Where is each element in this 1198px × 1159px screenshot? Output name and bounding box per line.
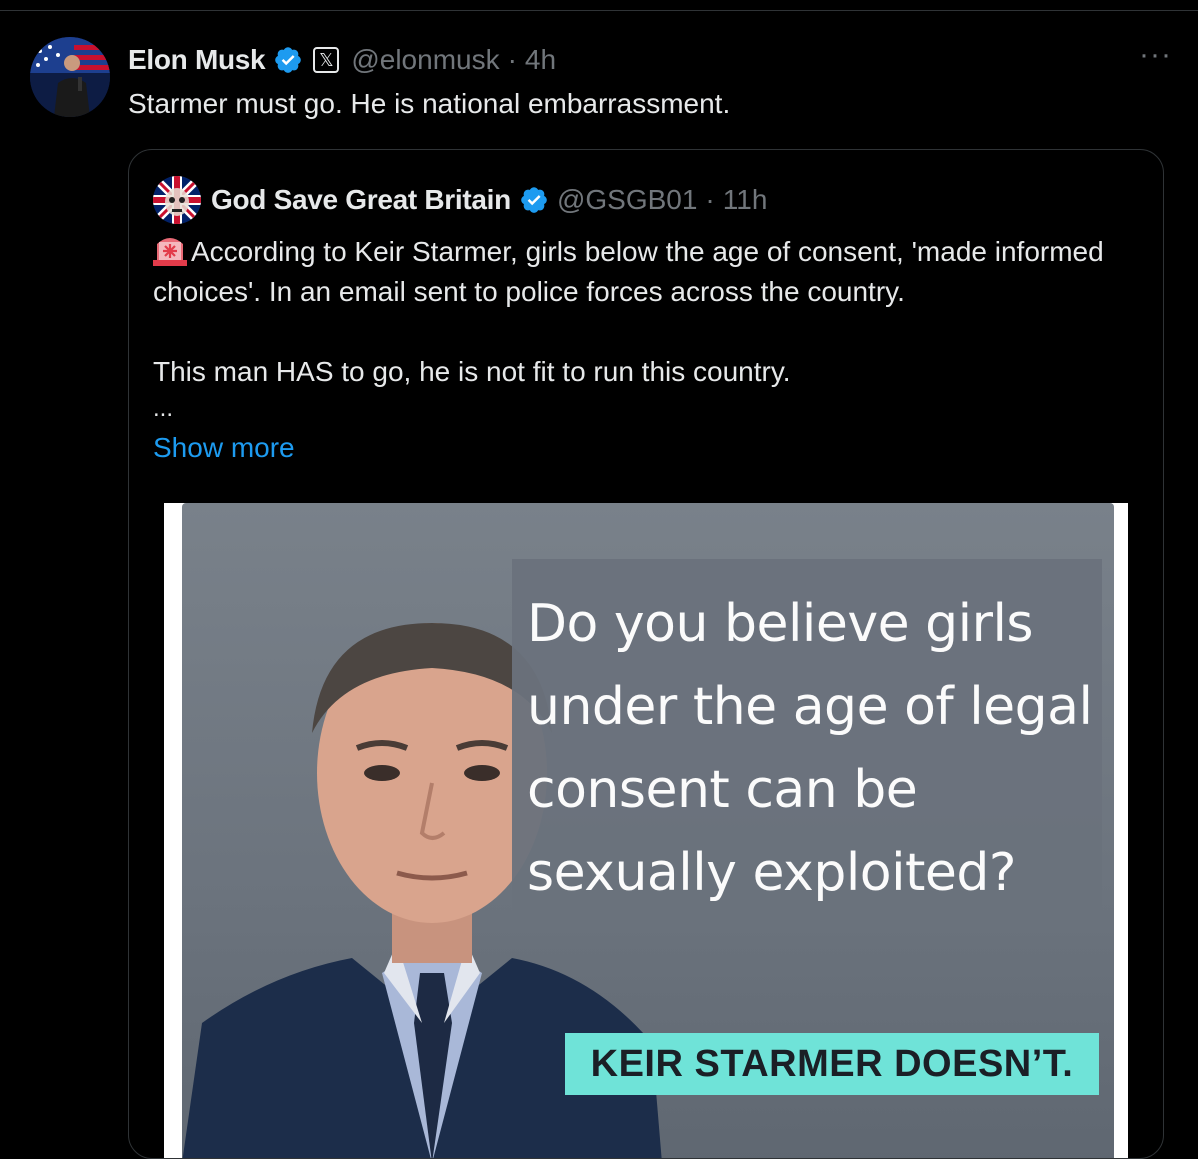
quoted-tweet[interactable]: God Save Great Britain @GSGB01 · 11h Acc…: [128, 149, 1164, 1159]
quoted-tweet-body: According to Keir Starmer, girls below t…: [153, 232, 1143, 468]
quoted-tweet-timestamp[interactable]: 11h: [723, 184, 768, 216]
tweet-timestamp[interactable]: 4h: [525, 44, 556, 76]
author-handle[interactable]: @elonmusk: [351, 44, 499, 76]
quoted-media-image[interactable]: Do you believe girls under the age of le…: [164, 503, 1128, 1158]
tweet-text: Starmer must go. He is national embarras…: [128, 88, 731, 119]
verified-badge-icon[interactable]: [519, 185, 549, 215]
author-name[interactable]: Elon Musk: [128, 44, 266, 76]
quoted-author-handle[interactable]: @GSGB01: [557, 184, 697, 216]
quoted-paragraph-1: According to Keir Starmer, girls below t…: [153, 232, 1143, 312]
verified-badge-icon[interactable]: [273, 45, 303, 75]
quoted-tweet-header: God Save Great Britain @GSGB01 · 11h: [211, 180, 767, 220]
media-graphic: Do you believe girls under the age of le…: [182, 503, 1114, 1158]
separator-dot: ·: [507, 44, 517, 75]
rotating-light-icon: [153, 234, 187, 266]
quoted-text-1: According to Keir Starmer, girls below t…: [153, 236, 1104, 307]
media-question-text: Do you believe girls under the age of le…: [527, 594, 1093, 903]
more-options-icon[interactable]: ···: [1139, 38, 1172, 72]
show-more-link[interactable]: Show more: [153, 428, 295, 468]
separator-dot: ·: [705, 184, 715, 215]
media-caption-banner: KEIR STARMER DOESN’T.: [565, 1033, 1099, 1095]
quoted-author-name[interactable]: God Save Great Britain: [211, 184, 511, 216]
x-affiliate-badge-icon[interactable]: 𝕏: [313, 47, 340, 73]
quoted-paragraph-2: This man HAS to go, he is not fit to run…: [153, 356, 791, 387]
truncation-ellipsis: ...: [153, 395, 174, 422]
tweet-header: Elon Musk 𝕏 @elonmusk · 4h: [128, 40, 556, 80]
author-avatar[interactable]: [30, 37, 110, 117]
top-divider: [0, 10, 1198, 11]
quoted-author-avatar[interactable]: [153, 176, 201, 224]
